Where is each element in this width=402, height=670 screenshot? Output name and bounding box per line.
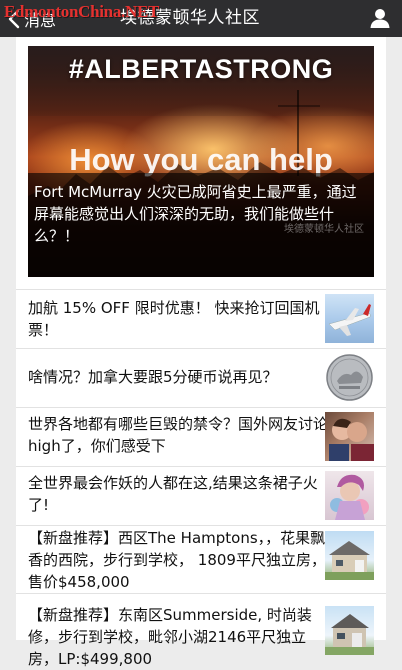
article-title: 全世界最会作妖的人都在这,结果这条裙子火了! [28,474,318,514]
house-image [325,531,374,580]
article-title: 世界各地都有哪些巨毁的禁令？国外网友讨论high了，你们感受下 [28,415,329,455]
airplane-image [325,294,374,343]
article-item[interactable]: 啥情况？加拿大要跟5分硬币说再见？ [16,349,386,407]
featured-article[interactable]: #ALBERTASTRONG How you can help Fort McM… [28,46,374,277]
house-image [325,606,374,655]
couple-kissing-image [325,412,374,461]
nickel-coin-image [325,353,374,402]
profile-button[interactable] [366,4,394,32]
costume-person-image [325,471,374,520]
article-item[interactable]: 【新盘推荐】西区The Hamptons，，花果飘香的西院，步行到学校， 180… [16,526,386,593]
article-title: 【新盘推荐】东南区Summerside, 时尚装修，步行到学校，毗邻小湖2146… [28,606,312,668]
article-title: 【新盘推荐】西区The Hamptons，，花果飘香的西院，步行到学校， 180… [28,529,326,591]
hero-caption: Fort McMurray 火灾已成阿省史上最严重，通过屏幕能感觉出人们深深的无… [34,183,357,245]
article-item[interactable]: 全世界最会作妖的人都在这,结果这条裙子火了! [16,467,386,525]
top-bar: 消息 埃德蒙顿华人社区 EdmontonChina.NET [0,0,402,37]
user-icon [370,9,390,28]
hero-image-watermark: 埃德蒙顿华人社区 [284,224,364,235]
site-watermark: EdmontonChina.NET [4,2,160,21]
article-list-card: #ALBERTASTRONG How you can help Fort McM… [16,37,386,668]
article-title: 加航 15% OFF 限时优惠！ 快来抢订回国机票！ [28,299,320,339]
hero-hashtag: #ALBERTASTRONG [68,54,334,84]
article-title: 啥情况？加拿大要跟5分硬币说再见？ [28,368,278,386]
article-item[interactable]: 【新盘推荐】东南区Summerside, 时尚装修，步行到学校，毗邻小湖2146… [16,594,386,668]
article-item[interactable]: 世界各地都有哪些巨毁的禁令？国外网友讨论high了，你们感受下 [16,408,386,466]
article-item[interactable]: 加航 15% OFF 限时优惠！ 快来抢订回国机票！ [16,290,386,348]
